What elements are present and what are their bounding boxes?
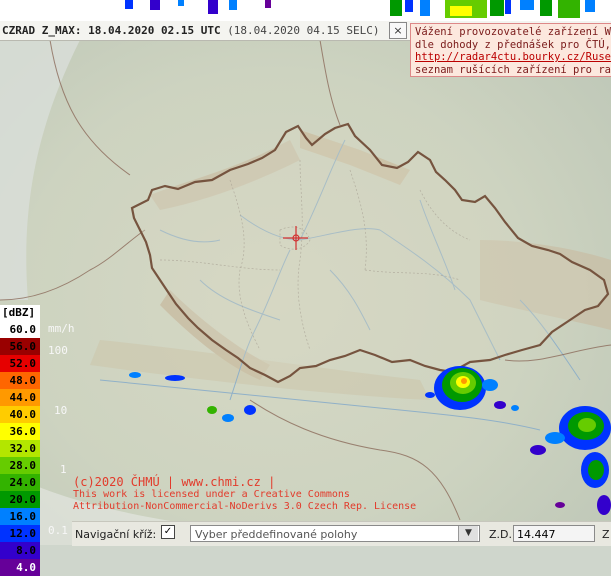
credit-line-1[interactable]: (c)2020 ČHMÚ | www.chmi.cz |: [73, 475, 416, 489]
notice-line-1: Vážení provozovatelé zařízení WIFI: [415, 26, 611, 38]
top-echo-strip-echoes: [125, 0, 595, 18]
legend-row: 36.0: [0, 423, 40, 440]
copyright-credits: (c)2020 ČHMÚ | www.chmi.cz | This work i…: [73, 475, 416, 513]
rain-rate-10: 10: [54, 404, 68, 417]
rain-rate-0-1: 0.1: [48, 524, 68, 537]
latitude-label: Z: [602, 528, 610, 541]
legend-row: 20.0: [0, 491, 40, 508]
close-button[interactable]: ×: [389, 22, 407, 39]
legend-row: 56.0: [0, 338, 40, 355]
timestamp-local: (18.04.2020 04.15 SELC): [227, 24, 380, 37]
legend-row: 16.0: [0, 508, 40, 525]
notice-link[interactable]: http://radar4ctu.bourky.cz/Ruseni.h: [415, 51, 611, 64]
legend-row: 24.0: [0, 474, 40, 491]
timestamp-utc: 18.04.2020 02.15 UTC: [88, 24, 221, 37]
navigation-control-bar: Navigační kříž: ✓ Vyber předdefinované p…: [72, 521, 611, 546]
legend-row: 12.0: [0, 525, 40, 542]
legend-row: 48.0: [0, 372, 40, 389]
legend-row: 60.0: [0, 321, 40, 338]
legend-row: 40.0: [0, 406, 40, 423]
longitude-field[interactable]: 14.447: [513, 525, 595, 542]
notice-line-2: dle dohody z přednášek pro ČTÚ, n: [415, 38, 611, 51]
legend-row: 52.0: [0, 355, 40, 372]
radar-map[interactable]: [0, 0, 611, 545]
legend-row: 32.0: [0, 440, 40, 457]
product-name: CZRAD Z_MAX:: [2, 24, 82, 37]
rain-rate-1: 1: [60, 463, 67, 476]
rain-rate-unit: mm/h: [48, 322, 75, 335]
crosshair-label: Navigační kříž:: [75, 528, 157, 541]
product-title: CZRAD Z_MAX: 18.04.2020 02.15 UTC (18.04…: [2, 24, 380, 37]
credit-line-3[interactable]: Attribution-NonCommercial-NoDerivs 3.0 C…: [73, 501, 416, 513]
legend-unit: [dBZ]: [0, 305, 40, 321]
notice-line-4: seznam rušících zařízení pro radary: [415, 63, 611, 76]
legend-row: 28.0: [0, 457, 40, 474]
legend-row: 44.0: [0, 389, 40, 406]
rain-rate-100: 100: [48, 344, 68, 357]
legend-row: 4.0: [0, 559, 40, 576]
longitude-label: Z.D.: [489, 528, 512, 541]
wifi-notice-box: Vážení provozovatelé zařízení WIFI dle d…: [410, 23, 611, 77]
crosshair-checkbox[interactable]: ✓: [161, 525, 175, 539]
chevron-down-icon[interactable]: ▼: [458, 526, 478, 541]
credit-line-2[interactable]: This work is licensed under a Creative C…: [73, 489, 416, 501]
location-select[interactable]: Vyber předdefinované polohy: [190, 525, 480, 542]
